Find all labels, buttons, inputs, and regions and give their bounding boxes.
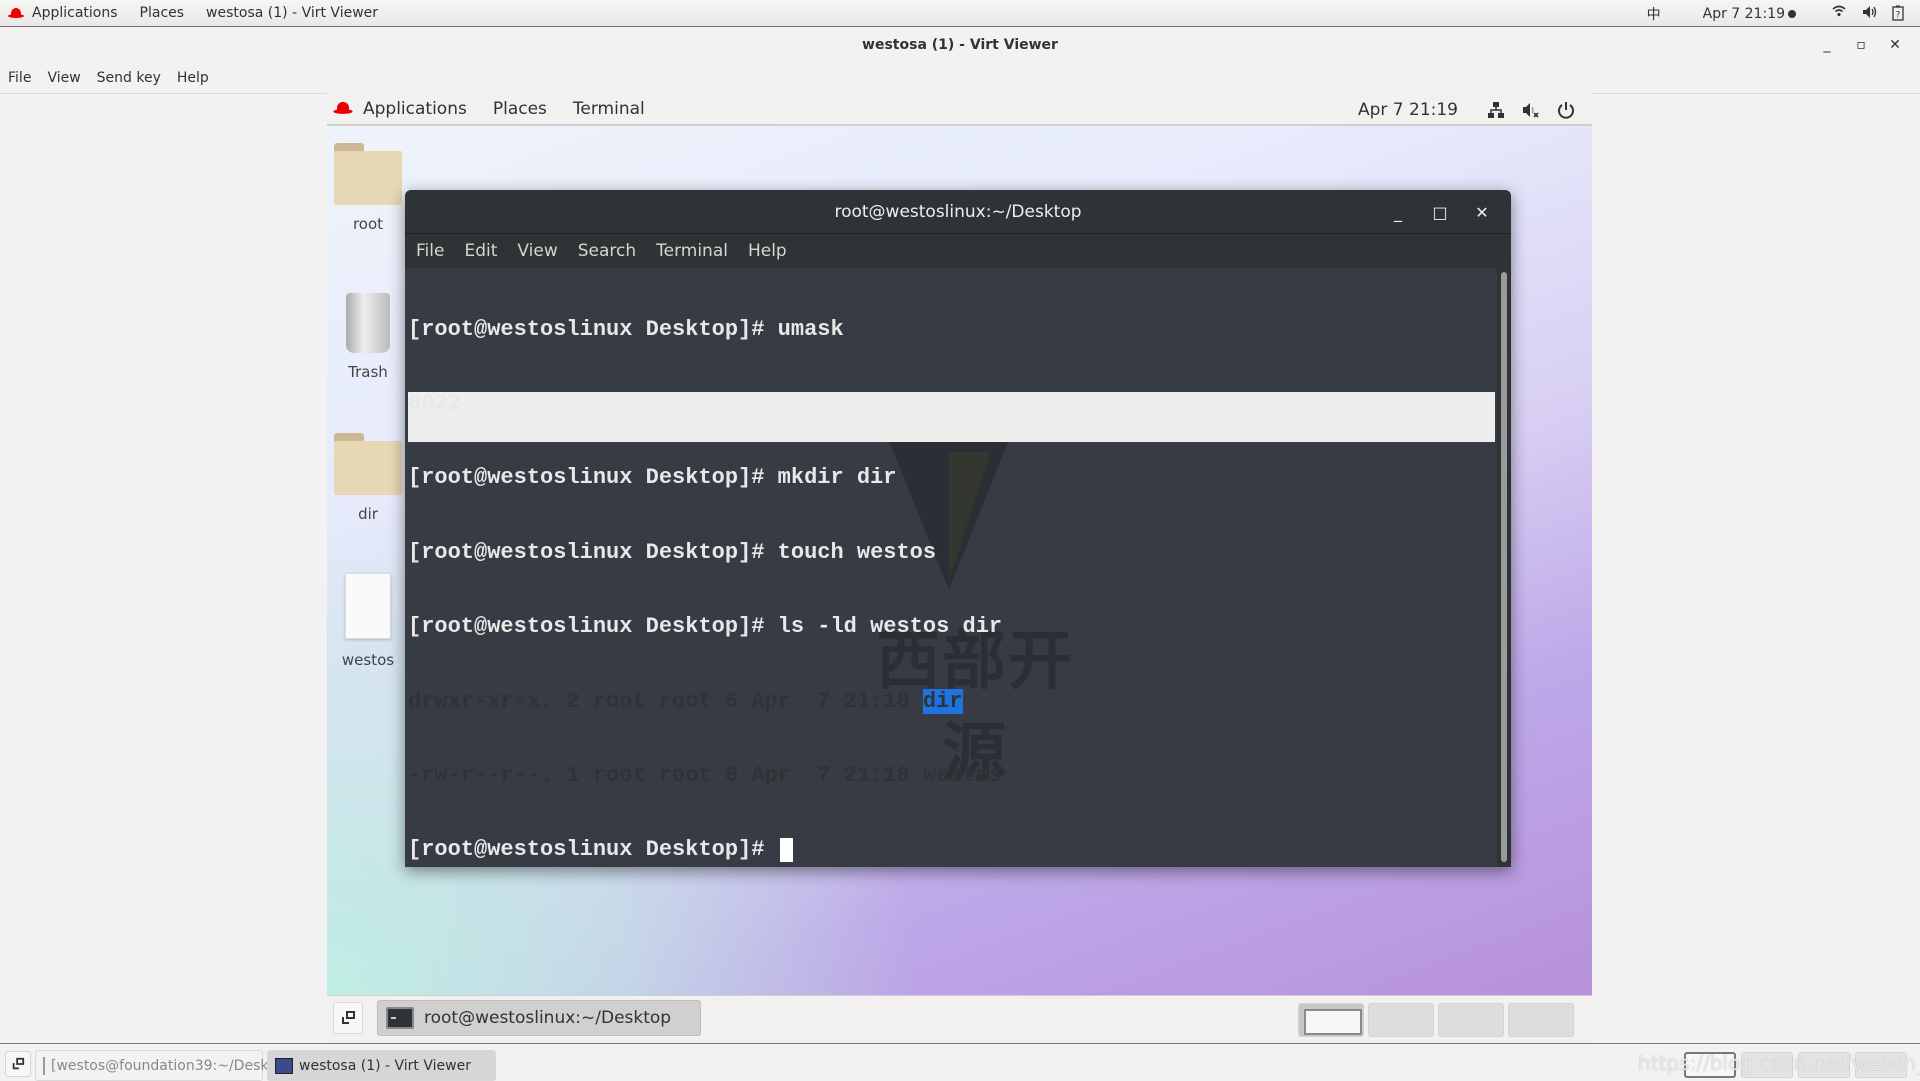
input-method-indicator[interactable]: 中 (1647, 4, 1661, 24)
host-workspace-3[interactable] (1798, 1052, 1850, 1078)
host-task-terminal[interactable]: [westos@foundation39:~/Desktop] (35, 1050, 297, 1081)
terminal-line: [root@westoslinux Desktop]# umask (408, 316, 844, 342)
host-workspace-2[interactable] (1741, 1052, 1793, 1078)
workspace-2[interactable] (1368, 1003, 1434, 1037)
vm-task-label: root@westoslinux:~/Desktop (424, 1008, 672, 1028)
terminal-line-selected: drwxr-xr-x. 2 root root 6 Apr 7 21:18 di… (408, 688, 1002, 715)
vm-terminal-menu[interactable]: Terminal (573, 99, 645, 119)
terminal-line: 0022 (408, 390, 461, 416)
host-task-virt-viewer[interactable]: westosa (1) - Virt Viewer (267, 1050, 496, 1081)
host-workspace-1[interactable] (1684, 1052, 1736, 1078)
vm-applications-menu[interactable]: Applications (333, 98, 467, 119)
window-restore-icon (342, 1011, 355, 1024)
host-workspace-4[interactable] (1855, 1052, 1907, 1078)
desktop-icon-label: dir (358, 505, 378, 523)
terminal-line-selected: -rw-r--r--. 1 root root 0 Apr 7 21:18 we… (408, 762, 1003, 789)
host-applications-label: Applications (32, 5, 118, 21)
text-file-icon (345, 573, 391, 639)
host-task-label: [westos@foundation39:~/Desktop] (51, 1057, 297, 1074)
virt-viewer-app-icon (275, 1057, 293, 1074)
workspace-1[interactable] (1298, 1003, 1364, 1037)
folder-icon (334, 433, 402, 495)
desktop-icon-westos[interactable]: westos (327, 573, 413, 669)
terminal-menu-terminal[interactable]: Terminal (656, 241, 728, 261)
text-cursor (779, 838, 793, 863)
menu-file[interactable]: File (8, 70, 31, 86)
terminal-titlebar[interactable]: root@westoslinux:~/Desktop _ □ ✕ (405, 190, 1511, 234)
show-desktop-button[interactable] (333, 1002, 363, 1034)
terminal-menu-search[interactable]: Search (578, 241, 636, 261)
terminal-menu-file[interactable]: File (416, 241, 444, 261)
home-folder-icon (334, 143, 402, 205)
terminal-window[interactable]: root@westoslinux:~/Desktop _ □ ✕ File Ed… (405, 190, 1511, 867)
trash-icon (346, 293, 390, 353)
vm-applications-label: Applications (363, 98, 467, 119)
terminal-menubar: File Edit View Search Terminal Help (405, 234, 1511, 268)
notification-dot-icon (1788, 9, 1796, 18)
desktop-icon-dir[interactable]: dir (327, 433, 413, 523)
volume-muted-icon[interactable] (1519, 98, 1543, 122)
terminal-prompt: [root@westoslinux Desktop]# (408, 837, 778, 863)
network-icon[interactable] (1484, 98, 1508, 122)
vm-taskbar-terminal[interactable]: root@westoslinux:~/Desktop (377, 1000, 701, 1036)
host-active-window-title[interactable]: westosa (1) - Virt Viewer (206, 5, 378, 21)
terminal-close-button[interactable]: ✕ (1461, 203, 1503, 222)
window-restore-icon (12, 1057, 25, 1070)
terminal-menu-view[interactable]: View (517, 241, 557, 261)
host-clock[interactable]: Apr 7 21:19 (1703, 6, 1785, 22)
minimize-button[interactable]: _ (1810, 37, 1844, 53)
redhat-logo-icon (333, 101, 353, 115)
menu-help[interactable]: Help (177, 70, 209, 86)
workspace-3[interactable] (1438, 1003, 1504, 1037)
highlighted-match: dir (922, 688, 963, 714)
host-applications-menu[interactable]: Applications (8, 5, 118, 21)
vm-bottom-panel: root@westoslinux:~/Desktop (327, 995, 1592, 1043)
vm-display[interactable]: Applications Places Terminal Apr 7 21:19… (327, 93, 1592, 1043)
host-places-menu[interactable]: Places (140, 5, 185, 21)
vm-top-bar: Applications Places Terminal Apr 7 21:19 (327, 93, 1592, 126)
redhat-logo-icon (8, 7, 24, 19)
ls-output-westos: -rw-r--r--. 1 root root 0 Apr 7 21:18 we… (408, 762, 1003, 788)
scrollbar-thumb[interactable] (1501, 272, 1507, 862)
terminal-line: [root@westoslinux Desktop]# ls -ld westo… (408, 614, 1003, 640)
virt-viewer-title: westosa (1) - Virt Viewer (0, 28, 1920, 62)
ls-output-dir: drwxr-xr-x. 2 root root 6 Apr 7 21:18 (408, 688, 923, 714)
virt-viewer-window-controls: _ ▫ ✕ (1810, 28, 1912, 62)
host-task-label: westosa (1) - Virt Viewer (299, 1057, 471, 1074)
host-top-bar: Applications Places westosa (1) - Virt V… (0, 0, 1920, 27)
terminal-menu-edit[interactable]: Edit (464, 241, 497, 261)
desktop-icon-trash[interactable]: Trash (327, 293, 413, 381)
menu-send-key[interactable]: Send key (97, 70, 161, 86)
terminal-line: [root@westoslinux Desktop]# touch westos (408, 539, 937, 565)
desktop-icon-home[interactable]: root (327, 143, 413, 233)
terminal-title: root@westoslinux:~/Desktop (834, 201, 1082, 222)
volume-icon[interactable] (1862, 5, 1880, 23)
power-icon[interactable] (1554, 98, 1578, 122)
terminal-lines: [root@westoslinux Desktop]# umask 0022 [… (408, 268, 1002, 867)
svg-text:?: ? (1896, 10, 1901, 20)
wifi-icon[interactable] (1832, 5, 1850, 23)
terminal-app-icon (386, 1007, 414, 1029)
host-show-desktop-button[interactable] (5, 1051, 31, 1077)
menu-view[interactable]: View (47, 70, 80, 86)
terminal-maximize-button[interactable]: □ (1419, 203, 1461, 222)
terminal-app-icon (43, 1056, 45, 1075)
terminal-scrollbar[interactable] (1497, 268, 1511, 867)
vm-places-menu[interactable]: Places (493, 99, 547, 119)
terminal-prompt-line: [root@westoslinux Desktop]# (408, 837, 1002, 863)
workspace-4[interactable] (1508, 1003, 1574, 1037)
vm-clock[interactable]: Apr 7 21:19 (1358, 100, 1458, 120)
maximize-button[interactable]: ▫ (1844, 37, 1878, 53)
host-taskbar: [westos@foundation39:~/Desktop] westosa … (0, 1043, 1920, 1081)
desktop-icon-label: westos (341, 651, 395, 669)
close-button[interactable]: ✕ (1878, 37, 1912, 53)
desktop-icon-label: Trash (348, 363, 388, 381)
battery-unknown-icon[interactable]: ? (1892, 5, 1910, 23)
terminal-menu-help[interactable]: Help (748, 241, 787, 261)
desktop-icon-label: root (352, 215, 384, 233)
terminal-minimize-button[interactable]: _ (1377, 203, 1419, 222)
virt-viewer-menubar: File View Send key Help (0, 62, 1920, 94)
terminal-line: [root@westoslinux Desktop]# mkdir dir (408, 465, 897, 491)
terminal-output[interactable]: 西部开源 [root@westoslinux Desktop]# umask 0… (405, 268, 1497, 867)
